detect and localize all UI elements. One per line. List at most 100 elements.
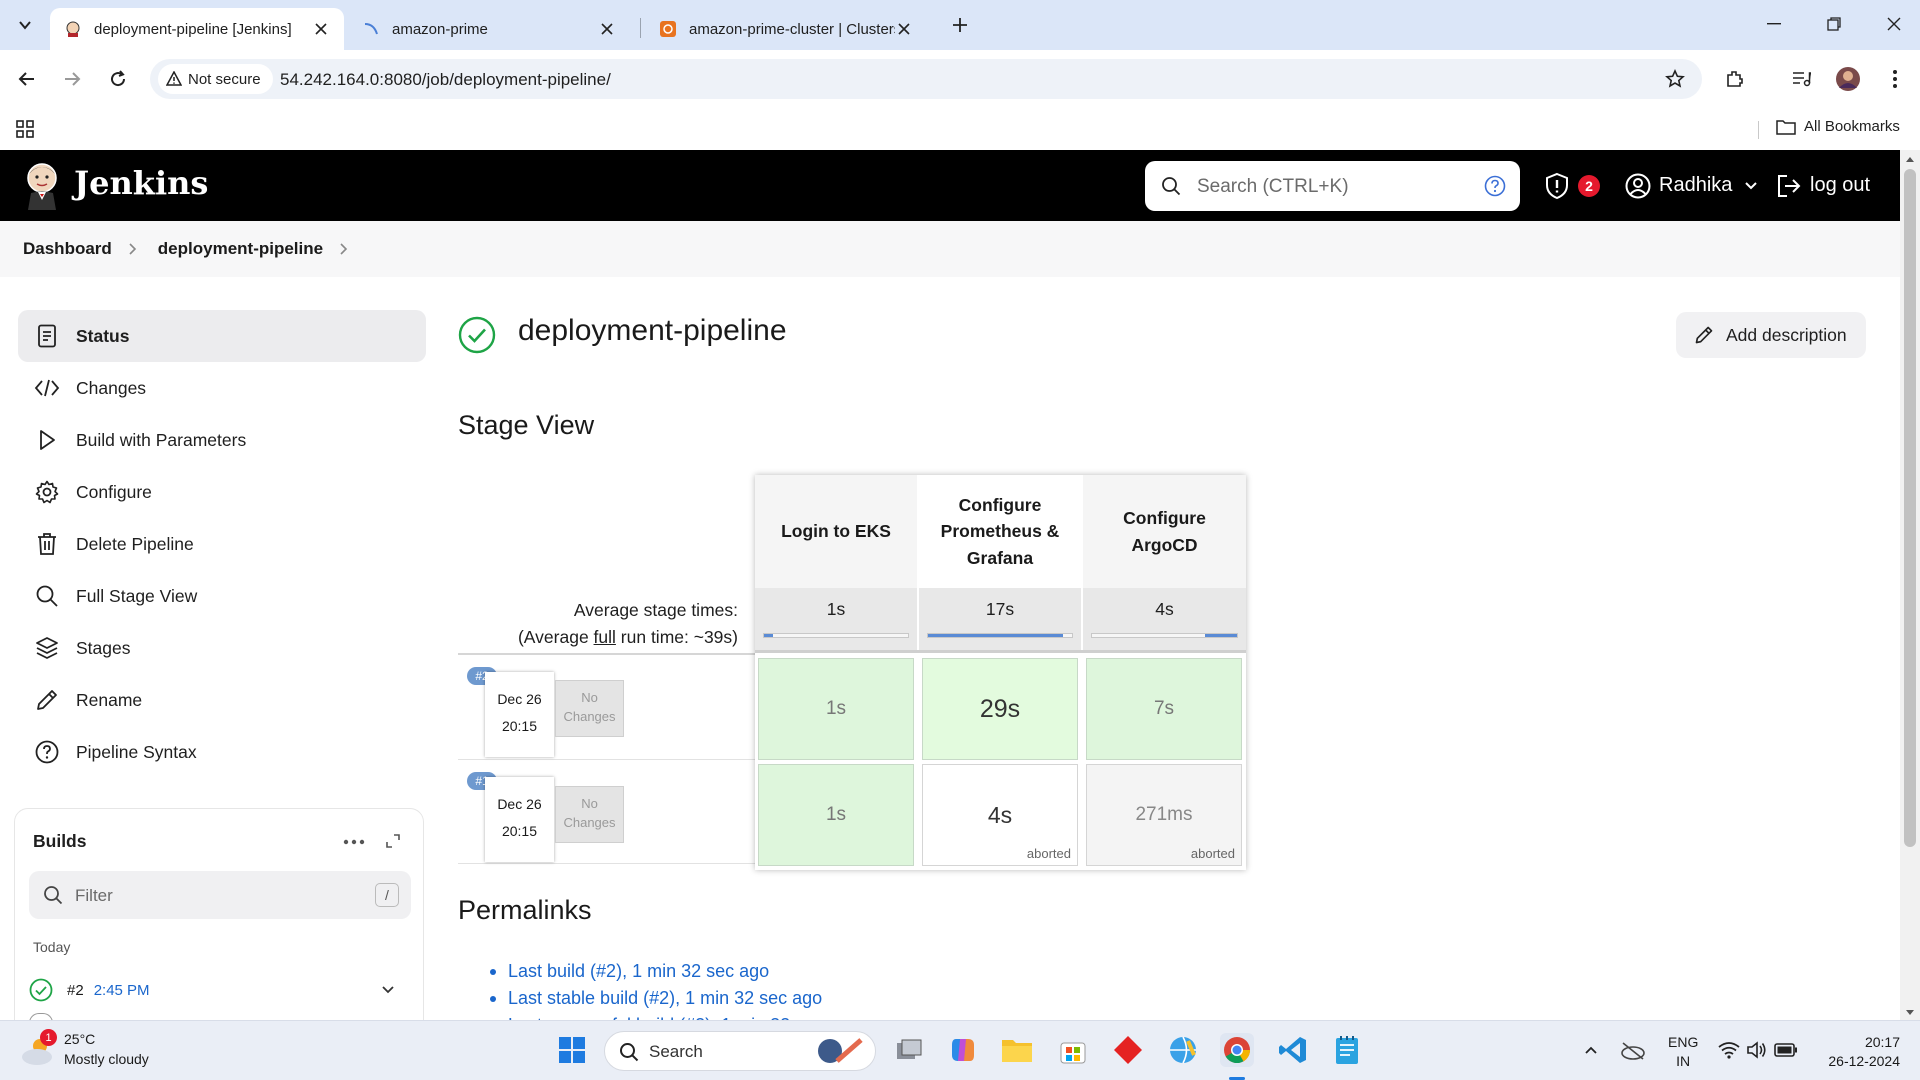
taskbar-clock[interactable]: 20:17 26-12-2024 [1818, 1033, 1900, 1071]
copilot-icon[interactable] [946, 1033, 980, 1067]
language-line-2: IN [1676, 1053, 1691, 1069]
scroll-down-icon[interactable] [1905, 1009, 1915, 1017]
security-alerts-button[interactable]: 2 [1544, 150, 1600, 221]
sidebar-item-stages[interactable]: Stages [18, 622, 426, 674]
builds-filter-input[interactable]: Filter / [29, 871, 411, 919]
run-changes[interactable]: No Changes [555, 786, 624, 843]
file-explorer-icon[interactable] [1000, 1033, 1034, 1067]
weather-description: Mostly cloudy [64, 1051, 149, 1067]
sidebar-item-configure[interactable]: Configure [18, 466, 426, 518]
chevron-right-icon[interactable] [339, 242, 349, 256]
store-icon[interactable] [1056, 1033, 1090, 1067]
extensions-icon[interactable] [1720, 64, 1750, 94]
reload-icon[interactable] [103, 64, 133, 94]
all-bookmarks-button[interactable]: All Bookmarks [1776, 118, 1900, 135]
stage-cell-success[interactable]: 7s [1086, 658, 1242, 760]
app-red-diamond-icon[interactable] [1111, 1033, 1145, 1067]
jenkins-search-input[interactable]: Search (CTRL+K) [1145, 161, 1520, 211]
close-window-icon[interactable] [1882, 12, 1906, 36]
sidebar-item-delete-pipeline[interactable]: Delete Pipeline [18, 518, 426, 570]
scroll-up-icon[interactable] [1905, 155, 1915, 163]
taskbar-search-label: Search [649, 1042, 703, 1061]
profile-avatar[interactable] [1833, 64, 1863, 94]
not-secure-chip[interactable]: Not secure [158, 64, 273, 94]
stage-cell-aborted[interactable]: 271ms aborted [1086, 764, 1242, 866]
browser-toolbar: Not secure 54.242.164.0:8080/job/deploym… [0, 50, 1920, 108]
build-number: #2 [67, 981, 84, 999]
run-changes[interactable]: No Changes [555, 680, 624, 737]
notepad-icon[interactable] [1330, 1033, 1364, 1067]
volume-icon[interactable] [1746, 1040, 1768, 1060]
sidebar-item-full-stage-view[interactable]: Full Stage View [18, 570, 426, 622]
stage-avg-time: 17s [985, 599, 1015, 619]
weather-widget[interactable]: 1 25°C Mostly cloudy [20, 1029, 200, 1071]
build-row[interactable]: #2 2:45 PM [29, 973, 411, 1007]
page-scrollbar[interactable] [1900, 150, 1920, 1020]
chevron-up-icon[interactable] [1584, 1045, 1598, 1055]
expand-icon[interactable] [385, 833, 401, 849]
task-view-icon[interactable] [892, 1033, 926, 1067]
more-options-icon[interactable] [343, 839, 365, 845]
breadcrumb-deployment-pipeline[interactable]: deployment-pipeline [158, 239, 323, 259]
stage-cell-success[interactable]: 1s [758, 658, 914, 760]
back-icon[interactable] [12, 64, 42, 94]
tab-amazon-prime-cluster[interactable]: amazon-prime-cluster | Clusters [645, 8, 927, 50]
chevron-down-icon[interactable] [381, 985, 395, 995]
apps-grid-icon[interactable] [10, 114, 40, 144]
jenkins-brand[interactable]: Jenkins [74, 164, 208, 202]
close-tab-icon[interactable] [312, 20, 330, 38]
tab-amazon-prime[interactable]: amazon-prime [348, 8, 630, 50]
sidebar-item-changes[interactable]: Changes [18, 362, 426, 414]
stage-avg-bar [763, 633, 909, 638]
stage-cell-success[interactable]: 1s [758, 764, 914, 866]
onedrive-offline-icon[interactable] [1620, 1041, 1646, 1061]
search-help-icon[interactable] [1484, 175, 1506, 197]
stage-avg-bar [927, 633, 1073, 638]
restore-icon[interactable] [1822, 12, 1846, 36]
user-menu[interactable]: Radhika [1625, 150, 1758, 221]
add-description-button[interactable]: Add description [1676, 312, 1866, 358]
vscode-icon[interactable] [1276, 1033, 1310, 1067]
wifi-icon[interactable] [1718, 1041, 1740, 1059]
battery-icon[interactable] [1774, 1042, 1798, 1058]
address-bar[interactable]: Not secure 54.242.164.0:8080/job/deploym… [150, 59, 1702, 99]
taskbar-search-box[interactable]: Search [604, 1031, 876, 1071]
scrollbar-thumb[interactable] [1904, 169, 1916, 847]
tab-deployment-pipeline[interactable]: deployment-pipeline [Jenkins] [50, 8, 344, 50]
windows-start-icon[interactable] [555, 1033, 589, 1067]
minimize-icon[interactable] [1762, 12, 1786, 36]
avg-full-link[interactable]: full [594, 627, 616, 647]
tab-search-icon[interactable] [10, 10, 40, 40]
url-text: 54.242.164.0:8080/job/deployment-pipelin… [280, 70, 611, 89]
chevron-down-icon [1745, 181, 1758, 189]
bookmark-star-icon[interactable] [1660, 64, 1690, 94]
windows-taskbar: 1 25°C Mostly cloudy Search ENG IN 20:17… [0, 1020, 1920, 1080]
chrome-icon[interactable] [1220, 1033, 1254, 1067]
search-icon [34, 583, 60, 609]
breadcrumb-dashboard[interactable]: Dashboard [23, 239, 112, 259]
build-time[interactable]: 2:45 PM [94, 982, 150, 999]
permalink-last-stable-build[interactable]: Last stable build (#2), 1 min 32 sec ago [490, 985, 858, 1012]
tab-separator [640, 18, 641, 38]
permalink-last-build[interactable]: Last build (#2), 1 min 32 sec ago [490, 958, 858, 985]
close-tab-icon[interactable] [598, 20, 616, 38]
stage-avg-fill [1205, 634, 1237, 637]
builds-group-label: Today [33, 939, 71, 955]
browser-menu-icon[interactable] [1880, 64, 1910, 94]
sidebar-item-rename[interactable]: Rename [18, 674, 426, 726]
jenkins-logo-icon[interactable] [22, 160, 62, 210]
stage-cell-success[interactable]: 29s [922, 658, 1078, 760]
close-tab-icon[interactable] [895, 20, 913, 38]
sidebar-item-status[interactable]: Status [18, 310, 426, 362]
stage-cell-aborted[interactable]: 4s aborted [922, 764, 1078, 866]
media-control-icon[interactable] [1787, 64, 1817, 94]
app-globe-icon[interactable] [1166, 1033, 1200, 1067]
sidebar-item-pipeline-syntax[interactable]: Pipeline Syntax [18, 726, 426, 778]
new-tab-icon[interactable] [945, 10, 975, 40]
search-icon [44, 886, 63, 905]
logout-button[interactable]: log out [1776, 150, 1870, 221]
forward-icon[interactable] [57, 64, 87, 94]
language-indicator[interactable]: ENG IN [1668, 1033, 1698, 1071]
logout-icon [1778, 174, 1801, 197]
sidebar-item-build-with-parameters[interactable]: Build with Parameters [18, 414, 426, 466]
